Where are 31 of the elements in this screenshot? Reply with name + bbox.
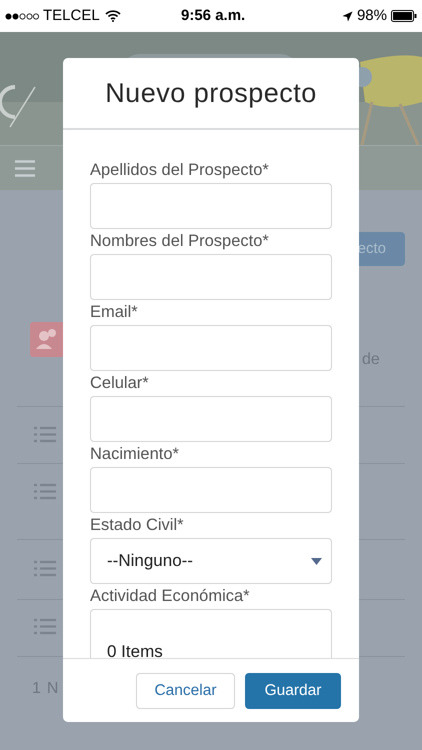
- list-icon: [34, 618, 56, 635]
- list-icon: [34, 560, 56, 577]
- field-label: Nombres del Prospecto*: [90, 231, 270, 252]
- field-label: Email*: [90, 302, 139, 323]
- cancel-button[interactable]: Cancelar: [136, 672, 235, 708]
- menu-icon[interactable]: [15, 160, 35, 176]
- field-label: Estado Civil*: [90, 515, 185, 536]
- signal-icon: [5, 12, 39, 20]
- input-field[interactable]: [90, 183, 332, 229]
- field-label: Apellidos del Prospecto*: [90, 160, 270, 181]
- input-field[interactable]: [90, 325, 332, 371]
- field-label: Celular*: [90, 373, 150, 394]
- wifi-icon: [104, 10, 121, 22]
- location-arrow-icon: [342, 10, 353, 22]
- dialog-title: Nuevo prospecto: [105, 76, 317, 110]
- field-label: Nacimiento*: [90, 444, 180, 465]
- input-field[interactable]: [90, 254, 332, 300]
- input-field[interactable]: [90, 467, 332, 513]
- list-icon: [34, 483, 56, 500]
- carrier-name: TELCEL: [43, 6, 100, 26]
- list-icon: [34, 426, 56, 443]
- battery-icon: [391, 10, 417, 22]
- multi-select-field[interactable]: 0 Items: [90, 609, 332, 658]
- contacts-icon: [30, 322, 65, 357]
- input-field[interactable]: [90, 396, 332, 442]
- caret-icon: [311, 558, 322, 564]
- field-label: Actividad Económica*: [90, 586, 251, 607]
- clock-time: 9:56 a.m.: [181, 6, 246, 26]
- battery-percent: 98%: [356, 6, 387, 26]
- save-button[interactable]: Guardar: [245, 672, 341, 708]
- dropdown-field[interactable]: --Ninguno--: [90, 538, 332, 584]
